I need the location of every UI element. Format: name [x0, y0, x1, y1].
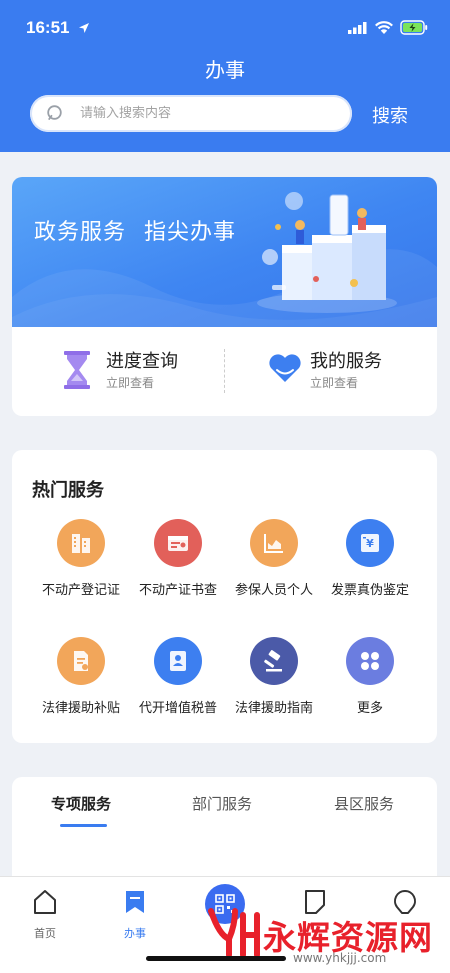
banner-text-1: 政务服务: [34, 220, 127, 245]
battery-charging-icon: [400, 20, 428, 35]
service-label: 法律援助补贴: [41, 701, 120, 716]
service-label: 代开增值税普: [138, 701, 217, 716]
promo-banner[interactable]: 政务服务 指尖办事: [12, 177, 437, 327]
quick-action-title: 我的服务: [310, 351, 382, 372]
service-label: 发票真伪鉴定: [330, 583, 409, 598]
service-real-estate-certificate[interactable]: 不动产证书查: [128, 519, 228, 619]
nav-label: 办事: [124, 927, 146, 940]
service-label: 更多: [356, 701, 383, 716]
watermark-logo: [208, 908, 260, 958]
service-label: 不动产登记证: [41, 583, 120, 598]
chart-icon: [264, 534, 283, 553]
search-bar[interactable]: [30, 95, 352, 132]
banner-slogan: 政务服务 指尖办事: [34, 214, 254, 246]
service-more[interactable]: 更多: [320, 637, 420, 737]
service-label: 法律援助指南: [234, 701, 313, 716]
tab-department-services[interactable]: 部门服务: [192, 793, 252, 814]
service-icon-circle: [250, 637, 298, 685]
tab-county-services[interactable]: 县区服务: [334, 793, 394, 814]
hourglass-icon: [64, 351, 90, 389]
watermark-url: www.yhkjjj.com: [293, 951, 387, 965]
search-icon: [47, 105, 62, 120]
quick-action-subtitle: 立即查看: [106, 376, 155, 390]
tab-special-services[interactable]: 专项服务: [51, 793, 111, 814]
status-bar: 16:51: [0, 0, 450, 56]
service-real-estate-registration[interactable]: 不动产登记证: [31, 519, 131, 619]
quick-action-subtitle: 立即查看: [310, 376, 359, 390]
location-arrow-icon: [79, 23, 89, 33]
gavel-icon: [264, 650, 282, 672]
service-icon-circle: [346, 637, 394, 685]
certificate-icon: [168, 536, 188, 551]
document-icon: [74, 651, 88, 671]
page-title: 办事: [205, 58, 245, 82]
bookmark-icon: [126, 891, 144, 913]
service-tabs-card: 专项服务 部门服务 县区服务: [12, 777, 437, 887]
id-card-icon: [170, 651, 186, 671]
building-icon: [72, 534, 90, 553]
status-time: 16:51: [26, 18, 70, 37]
tab-active-indicator: [60, 824, 107, 827]
service-legal-aid-guide[interactable]: 法律援助指南: [224, 637, 324, 737]
more-icon: [361, 652, 379, 670]
heart-icon: [269, 354, 301, 382]
invoice-icon: ¥: [361, 534, 379, 552]
service-label: 不动产证书查: [138, 583, 217, 598]
service-icon-circle: [57, 637, 105, 685]
service-insured-personal[interactable]: 参保人员个人: [224, 519, 324, 619]
home-icon: [34, 890, 56, 914]
banner-card: 政务服务 指尖办事 进度查询 立即查看 我的服务 立即查看: [12, 177, 437, 416]
hot-services-card: 热门服务 不动产登记证 不动产证书查 参保人员个人 ¥ 发票真伪鉴定 法律援助补…: [12, 450, 437, 743]
watermark: 永辉资源网 www.yhkjjj.com: [205, 905, 445, 971]
nav-label: 首页: [34, 927, 56, 940]
home-indicator: [146, 956, 286, 961]
quick-actions-divider: [224, 349, 225, 393]
wifi-icon: [375, 21, 393, 34]
service-icon-circle: ¥: [346, 519, 394, 567]
service-vat-invoice[interactable]: 代开增值税普: [128, 637, 228, 737]
quick-action-title: 进度查询: [106, 351, 178, 372]
banner-text-2: 指尖办事: [144, 220, 237, 245]
service-icon-circle: [250, 519, 298, 567]
service-legal-aid-subsidy[interactable]: 法律援助补贴: [31, 637, 131, 737]
service-icon-circle: [154, 637, 202, 685]
service-invoice-verification[interactable]: ¥ 发票真伪鉴定: [320, 519, 420, 619]
service-icon-circle: [154, 519, 202, 567]
cellular-signal-icon: [348, 22, 367, 34]
search-button[interactable]: 搜索: [372, 102, 408, 128]
search-input[interactable]: [80, 95, 340, 132]
hot-services-title: 热门服务: [32, 480, 104, 501]
banner-illustration: [257, 192, 397, 313]
svg-text:¥: ¥: [366, 537, 374, 550]
header: 16:51 办事 搜索: [0, 0, 450, 152]
service-label: 参保人员个人: [234, 583, 313, 598]
service-icon-circle: [57, 519, 105, 567]
quick-actions: 进度查询 立即查看 我的服务 立即查看: [12, 327, 437, 416]
